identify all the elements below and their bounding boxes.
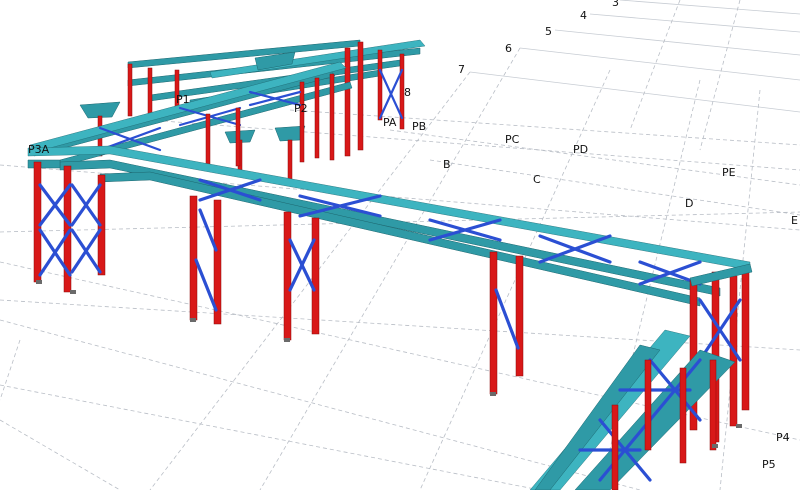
rack-label-p2: P2 <box>294 102 308 115</box>
pipe-rack-lower[interactable] <box>529 329 736 490</box>
model-scene[interactable]: 3 4 5 6 7 8 B C D E P3A P1 P2 PA PB PC P… <box>0 0 800 490</box>
rack-label-pc: PC <box>505 133 520 146</box>
axis-label-3: 3 <box>612 0 619 9</box>
rack-label-pa: PA <box>383 116 397 129</box>
rack-label-pe: PE <box>722 166 736 179</box>
axis-label-7: 7 <box>458 63 465 76</box>
axis-label-6: 6 <box>505 42 512 55</box>
rack-label-p4: P4 <box>776 431 790 444</box>
rack-label-pb: PB <box>412 120 426 133</box>
rack-label-p1: P1 <box>176 93 190 106</box>
axis-label-e: E <box>791 214 798 227</box>
axis-label-8: 8 <box>404 86 411 99</box>
axis-label-4: 4 <box>580 9 587 22</box>
structural-3d-viewport[interactable]: 3 4 5 6 7 8 B C D E P3A P1 P2 PA PB PC P… <box>0 0 800 490</box>
rack-label-p5: P5 <box>762 458 776 471</box>
axis-label-c: C <box>533 173 541 186</box>
axis-label-5: 5 <box>545 25 552 38</box>
rack-label-pd: PD <box>573 143 588 156</box>
axis-label-d: D <box>685 197 693 210</box>
grid-axis-numbers: 3 4 5 6 7 8 <box>404 0 619 99</box>
rack-label-p3a: P3A <box>28 143 50 156</box>
pipe-rack-main[interactable] <box>27 145 753 443</box>
axis-label-b: B <box>443 158 451 171</box>
